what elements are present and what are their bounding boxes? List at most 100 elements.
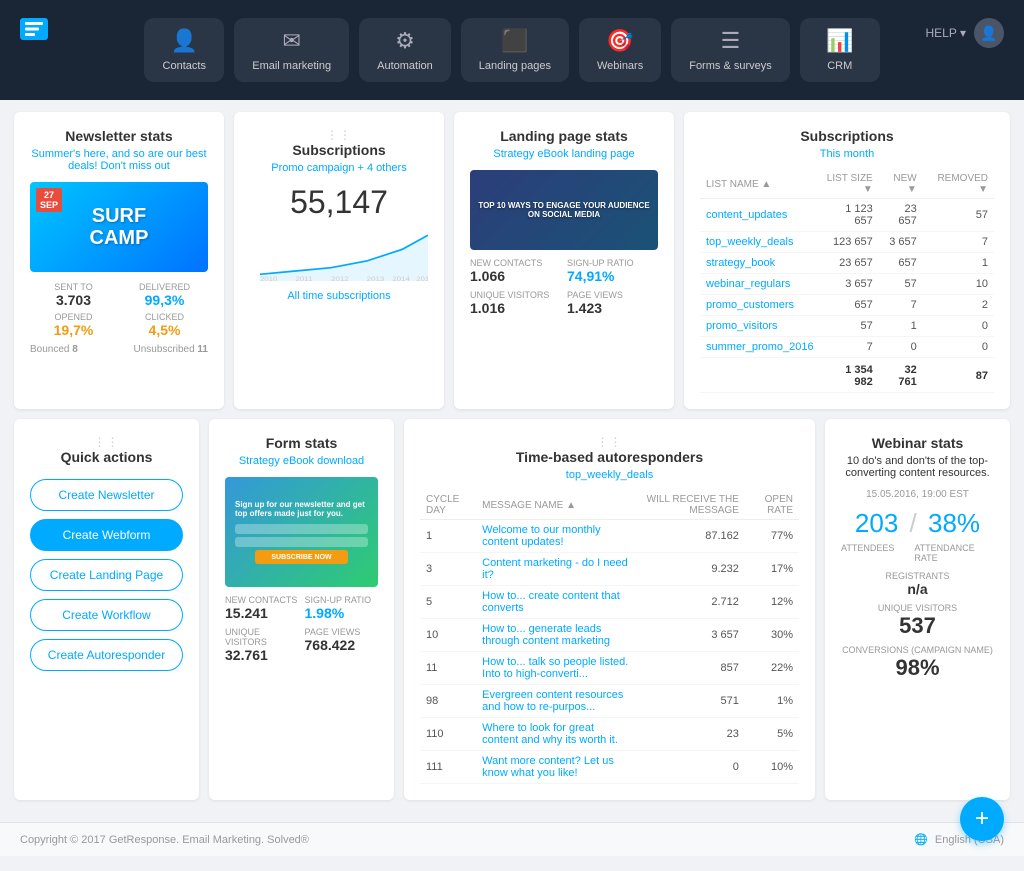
top-navigation: HELP ▾ 👤 👤 Contacts ✉ Email marketing ⚙Autom… — [0, 0, 1024, 100]
nav-item-forms-surveys[interactable]: ☰ Forms & surveys — [671, 18, 790, 82]
subs-big-number: 55,147 — [250, 184, 428, 221]
drag-handle-3: ⋮⋮ — [420, 435, 799, 449]
webinar-attendance-rate: 38% — [928, 508, 980, 538]
nav-item-contacts[interactable]: 👤 Contacts — [144, 18, 224, 82]
help-user-area: HELP ▾ 👤 — [926, 18, 1005, 48]
table-row: 10How to... generate leads through conte… — [420, 619, 799, 652]
nav-label-contacts: Contacts — [163, 60, 206, 72]
landing-stats-grid: NEW CONTACTS 1.066 SIGN-UP RATIO 74,91% … — [470, 258, 658, 316]
create-webform-button[interactable]: Create Webform — [30, 519, 183, 551]
nav-label-webinars: Webinars — [597, 60, 643, 72]
landing-title: Landing page stats — [470, 128, 658, 144]
fab-button[interactable]: + — [960, 797, 1004, 841]
landing-subtitle: Strategy eBook landing page — [470, 148, 658, 160]
nav-label-forms-surveys: Forms & surveys — [689, 60, 772, 72]
form-unique-visitors: UNIQUE VISITORS 32.761 — [225, 627, 299, 663]
newsletter-stats-grid: SENT TO 3.703 DELIVERED 99,3% OPENED 19,… — [30, 282, 208, 338]
table-row: 11How to... talk so people listed. Into … — [420, 652, 799, 685]
svg-text:2010: 2010 — [260, 275, 278, 281]
table-row: webinar_regulars3 6575710 — [700, 274, 994, 295]
nav-items: 👤 Contacts ✉ Email marketing ⚙Automation⬛Lan… — [144, 18, 879, 82]
nav-icon-contacts: 👤 — [171, 28, 198, 54]
webinar-attendees-label: ATTENDEES — [841, 543, 894, 563]
table-row: promo_visitors5710 — [700, 316, 994, 337]
subs-table-title: Subscriptions — [700, 128, 994, 144]
landing-page-views: PAGE VIEWS 1.423 — [567, 290, 658, 316]
webinar-registrants: REGISTRANTS n/a — [841, 571, 994, 597]
create-newsletter-button[interactable]: Create Newsletter — [30, 479, 183, 511]
form-thumb-inner: Sign up for our newsletter and get top o… — [231, 496, 372, 568]
stat-delivered: DELIVERED 99,3% — [121, 282, 208, 308]
webinar-attendees-value: 203 — [855, 508, 898, 538]
total-removed: 87 — [923, 358, 994, 393]
webinar-separator: / — [910, 508, 917, 538]
form-page-views: PAGE VIEWS 768.422 — [305, 627, 379, 663]
landing-stats-card: Landing page stats Strategy eBook landin… — [454, 112, 674, 409]
nav-item-webinars[interactable]: 🎯 Webinars — [579, 18, 661, 82]
webinar-stats-card: Webinar stats 10 do's and don'ts of the … — [825, 419, 1010, 800]
table-row: strategy_book23 6576571 — [700, 253, 994, 274]
form-new-contacts: NEW CONTACTS 15.241 — [225, 595, 299, 621]
table-row: 5How to... create content that converts2… — [420, 586, 799, 619]
table-row: 98Evergreen content resources and how to… — [420, 685, 799, 718]
create-workflow-button[interactable]: Create Workflow — [30, 599, 183, 631]
table-row: 1Welcome to our monthly content updates!… — [420, 520, 799, 553]
webinar-conversions: CONVERSIONS (CAMPAIGN NAME) 98% — [841, 645, 994, 681]
webinar-rate-label: ATTENDANCE RATE — [914, 543, 994, 563]
nav-icon-forms-surveys: ☰ — [721, 28, 741, 54]
form-stats-card: Form stats Strategy eBook download Sign … — [209, 419, 394, 800]
subscriptions-table: LIST NAME ▲ LIST SIZE ▼ NEW ▼ REMOVED ▼ … — [700, 170, 994, 393]
nav-item-email-marketing[interactable]: ✉ Email marketing — [234, 18, 349, 82]
subscriptions-table-card: Subscriptions This month LIST NAME ▲ LIS… — [684, 112, 1010, 409]
col-open: OPEN RATE — [745, 491, 799, 520]
autoresponders-card: ⋮⋮ Time-based autoresponders top_weekly_… — [404, 419, 815, 800]
form-signup-ratio: SIGN-UP RATIO 1.98% — [305, 595, 379, 621]
table-row: top_weekly_deals123 6573 6577 — [700, 232, 994, 253]
nav-icon-automation: ⚙ — [395, 28, 415, 54]
create-autoresponder-button[interactable]: Create Autoresponder — [30, 639, 183, 671]
col-new: NEW ▼ — [879, 170, 923, 199]
subs-chart-title: Subscriptions — [250, 142, 428, 158]
stat-sent: SENT TO 3.703 — [30, 282, 117, 308]
table-row: 3Content marketing - do I need it?9.2321… — [420, 553, 799, 586]
user-avatar[interactable]: 👤 — [974, 18, 1004, 48]
bounced: Bounced 8 — [30, 344, 78, 355]
drag-handle-2: ⋮⋮ — [30, 435, 183, 449]
stat-clicked: CLICKED 4,5% — [121, 312, 208, 338]
auto-title: Time-based autoresponders — [420, 449, 799, 465]
help-label[interactable]: HELP ▾ — [926, 26, 967, 40]
col-list-name: LIST NAME ▲ — [700, 170, 820, 199]
total-size: 1 354 982 — [820, 358, 879, 393]
stat-opened: OPENED 19,7% — [30, 312, 117, 338]
nav-item-crm[interactable]: 📊CRM — [800, 18, 880, 82]
nav-item-landing-pages[interactable]: ⬛Landing pages — [461, 18, 569, 82]
newsletter-subtitle: Summer's here, and so are our best deals… — [30, 148, 208, 172]
unsubscribed: Unsubscribed 11 — [133, 344, 208, 355]
webinar-unique-visitors: UNIQUE VISITORS 537 — [841, 603, 994, 639]
nav-icon-webinars: 🎯 — [606, 28, 633, 54]
nav-item-automation[interactable]: ⚙Automation — [359, 18, 451, 82]
webinar-date: 15.05.2016, 19:00 EST — [841, 489, 994, 500]
date-badge: 27 SEP — [36, 188, 62, 212]
landing-unique-visitors: UNIQUE VISITORS 1.016 — [470, 290, 561, 316]
svg-text:2013: 2013 — [367, 275, 385, 281]
logo[interactable] — [20, 18, 48, 40]
nav-label-email-marketing: Email marketing — [252, 60, 331, 72]
drag-handle: ⋮⋮ — [250, 128, 428, 142]
create-landing-button[interactable]: Create Landing Page — [30, 559, 183, 591]
nav-icon-email-marketing: ✉ — [282, 28, 300, 54]
surf-text: SURFCAMP — [90, 205, 149, 249]
table-row: promo_customers65772 — [700, 295, 994, 316]
webinar-title: Webinar stats — [841, 435, 994, 451]
subs-table-period: This month — [700, 148, 994, 160]
nav-label-landing-pages: Landing pages — [479, 60, 551, 72]
form-input-mock-2 — [235, 537, 368, 547]
form-cta-mock: SUBSCRIBE NOW — [255, 550, 348, 564]
form-subtitle: Strategy eBook download — [225, 455, 378, 467]
landing-thumb-text: TOP 10 WAYS TO ENGAGE YOUR AUDIENCE ON S… — [474, 201, 654, 219]
subs-link[interactable]: All time subscriptions — [250, 290, 428, 302]
bottom-card-row: ⋮⋮ Quick actions Create NewsletterCreate… — [14, 419, 1010, 800]
svg-text:2011: 2011 — [295, 275, 312, 281]
col-receive: WILL RECEIVE THE MESSAGE — [638, 491, 745, 520]
col-cycle: CYCLE DAY — [420, 491, 476, 520]
